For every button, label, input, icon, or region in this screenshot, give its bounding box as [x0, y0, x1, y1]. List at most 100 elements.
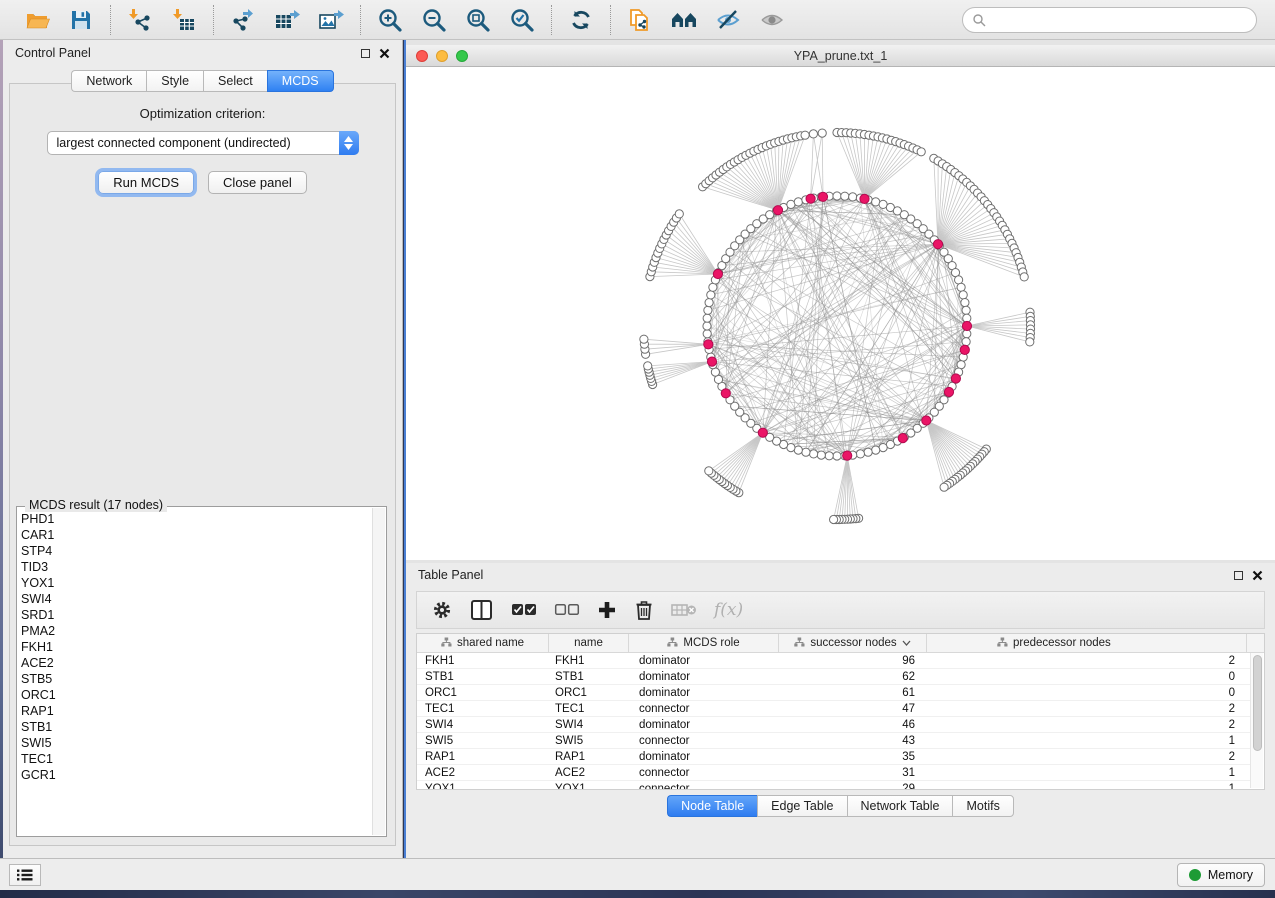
- tab-mcds[interactable]: MCDS: [267, 70, 334, 92]
- mcds-result-item[interactable]: SWI5: [21, 735, 370, 751]
- table-row[interactable]: STB1STB1dominator620: [417, 669, 1250, 685]
- toolbar-separator: [213, 5, 214, 35]
- deselect-all-button[interactable]: [554, 602, 580, 618]
- table-row[interactable]: YOX1YOX1connector291: [417, 781, 1250, 789]
- mcds-result-item[interactable]: ACE2: [21, 655, 370, 671]
- mcds-result-item[interactable]: GCR1: [21, 767, 370, 783]
- tab-style[interactable]: Style: [146, 70, 203, 92]
- import-table-button[interactable]: [169, 5, 199, 35]
- memory-status-icon: [1189, 869, 1201, 881]
- zoom-fit-button[interactable]: [463, 5, 493, 35]
- toolbar-separator: [610, 5, 611, 35]
- mcds-result-item[interactable]: STP4: [21, 543, 370, 559]
- column-header-name[interactable]: name: [549, 634, 629, 652]
- zoom-out-button[interactable]: [419, 5, 449, 35]
- network-view-window: YPA_prune.txt_1: [406, 45, 1275, 560]
- column-header-successor-nodes[interactable]: successor nodes: [779, 634, 927, 652]
- delete-table-button: [671, 601, 697, 619]
- create-column-button[interactable]: [597, 600, 617, 620]
- float-table-panel-icon[interactable]: [1234, 571, 1243, 580]
- export-table-button[interactable]: [272, 5, 302, 35]
- mcds-result-item[interactable]: TEC1: [21, 751, 370, 767]
- float-panel-icon[interactable]: [361, 49, 370, 58]
- network-window-titlebar[interactable]: YPA_prune.txt_1: [406, 45, 1275, 67]
- export-network-button[interactable]: [228, 5, 258, 35]
- table-cell: YOX1: [417, 781, 549, 789]
- run-mcds-button[interactable]: Run MCDS: [98, 171, 194, 194]
- mcds-result-item[interactable]: STB1: [21, 719, 370, 735]
- tab-select[interactable]: Select: [203, 70, 267, 92]
- table-cell: dominator: [629, 685, 779, 700]
- show-all-button[interactable]: [757, 5, 787, 35]
- show-panels-button[interactable]: [9, 864, 41, 886]
- table-scrollbar[interactable]: [1250, 653, 1263, 788]
- table-row[interactable]: ACE2ACE2connector311: [417, 765, 1250, 781]
- table-cell: 0: [927, 685, 1247, 700]
- result-list-scrollbar[interactable]: [372, 508, 385, 835]
- zoom-in-icon: [377, 7, 403, 33]
- mcds-result-item[interactable]: YOX1: [21, 575, 370, 591]
- mcds-result-item[interactable]: ORC1: [21, 687, 370, 703]
- column-type-icon: [667, 637, 678, 650]
- mcds-result-item[interactable]: STB5: [21, 671, 370, 687]
- refresh-button[interactable]: [566, 5, 596, 35]
- column-header-shared-name[interactable]: shared name: [417, 634, 549, 652]
- mcds-result-item[interactable]: SRD1: [21, 607, 370, 623]
- table-row[interactable]: RAP1RAP1dominator352: [417, 749, 1250, 765]
- select-all-button[interactable]: [511, 602, 537, 618]
- save-button[interactable]: [66, 5, 96, 35]
- table-cell: 96: [779, 653, 927, 668]
- chevron-down-icon[interactable]: [902, 637, 911, 649]
- table-cell: connector: [629, 765, 779, 780]
- tab-motifs[interactable]: Motifs: [952, 795, 1013, 817]
- mcds-result-item[interactable]: CAR1: [21, 527, 370, 543]
- table-row[interactable]: SWI4SWI4dominator462: [417, 717, 1250, 733]
- zoom-selected-button[interactable]: [507, 5, 537, 35]
- table-settings-button[interactable]: [431, 599, 453, 621]
- mcds-result-list[interactable]: PHD1CAR1STP4TID3YOX1SWI4SRD1PMA2FKH1ACE2…: [21, 511, 370, 832]
- table-cell: ORC1: [549, 685, 629, 700]
- tab-network-table[interactable]: Network Table: [847, 795, 953, 817]
- table-cell: 1: [927, 733, 1247, 748]
- tab-edge-table[interactable]: Edge Table: [757, 795, 846, 817]
- control-panel-tabs: NetworkStyleSelectMCDS: [3, 70, 402, 92]
- hide-selected-button[interactable]: [713, 5, 743, 35]
- tab-node-table[interactable]: Node Table: [667, 795, 757, 817]
- column-header-MCDS-role[interactable]: MCDS role: [629, 634, 779, 652]
- mcds-result-item[interactable]: FKH1: [21, 639, 370, 655]
- mcds-result-item[interactable]: TID3: [21, 559, 370, 575]
- node-table: shared namenameMCDS rolesuccessor nodesp…: [416, 633, 1265, 790]
- close-panel-icon[interactable]: [379, 48, 390, 59]
- close-panel-button[interactable]: Close panel: [208, 171, 307, 194]
- table-row[interactable]: FKH1FKH1dominator962: [417, 653, 1250, 669]
- mcds-result-item[interactable]: PHD1: [21, 511, 370, 527]
- toolbar-separator: [360, 5, 361, 35]
- table-row[interactable]: ORC1ORC1dominator610: [417, 685, 1250, 701]
- show-columns-button[interactable]: [470, 599, 494, 621]
- table-row[interactable]: TEC1TEC1connector472: [417, 701, 1250, 717]
- mcds-result-item[interactable]: SWI4: [21, 591, 370, 607]
- select-stepper-icon: [339, 131, 359, 155]
- mcds-result-item[interactable]: RAP1: [21, 703, 370, 719]
- search-box[interactable]: [962, 7, 1257, 33]
- close-table-panel-icon[interactable]: [1252, 570, 1263, 581]
- export-image-button[interactable]: [316, 5, 346, 35]
- open-file-icon: [24, 7, 50, 33]
- delete-columns-button[interactable]: [634, 599, 654, 621]
- table-row[interactable]: SWI5SWI5connector431: [417, 733, 1250, 749]
- optimization-criterion-select[interactable]: largest connected component (undirected): [47, 131, 359, 155]
- duplicate-network-button[interactable]: [625, 5, 655, 35]
- export-image-icon: [318, 7, 344, 33]
- network-canvas[interactable]: [406, 67, 1275, 560]
- table-scrollbar-thumb[interactable]: [1253, 655, 1262, 751]
- table-cell: RAP1: [417, 749, 549, 764]
- column-header-predecessor-nodes[interactable]: predecessor nodes: [927, 634, 1247, 652]
- zoom-in-button[interactable]: [375, 5, 405, 35]
- import-network-button[interactable]: [125, 5, 155, 35]
- mcds-result-item[interactable]: PMA2: [21, 623, 370, 639]
- first-neighbors-button[interactable]: [669, 5, 699, 35]
- tab-network[interactable]: Network: [71, 70, 146, 92]
- memory-button[interactable]: Memory: [1177, 863, 1265, 887]
- search-input[interactable]: [986, 13, 1247, 27]
- open-file-button[interactable]: [22, 5, 52, 35]
